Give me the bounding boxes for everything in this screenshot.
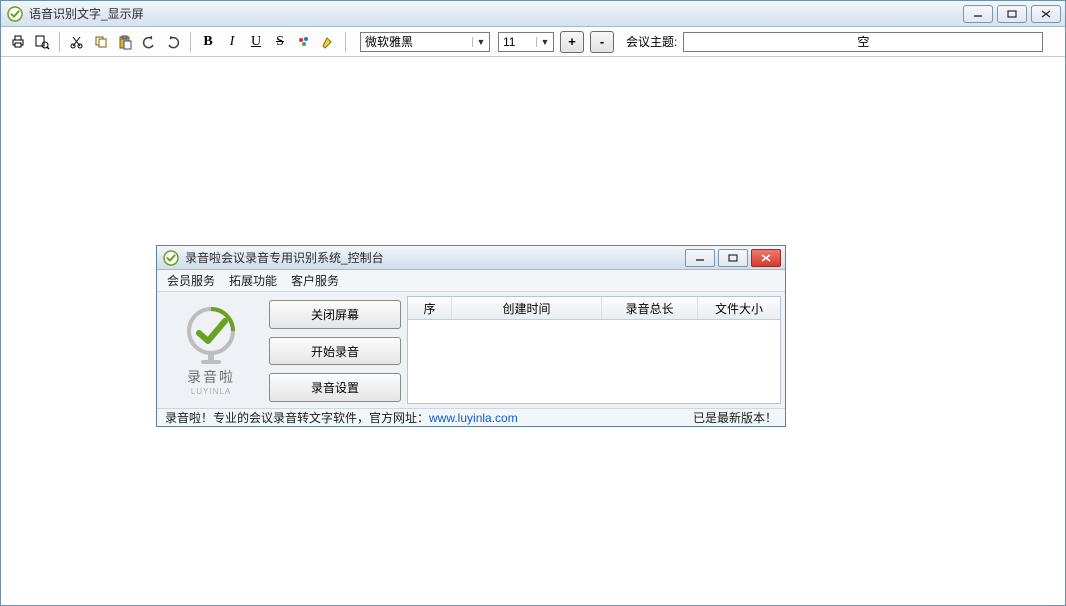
font-size-value: 11 <box>499 35 536 49</box>
close-screen-button[interactable]: 关闭屏幕 <box>269 300 401 329</box>
chevron-down-icon: ▼ <box>536 37 553 47</box>
topic-value: 空 <box>857 33 869 50</box>
font-size-decrease[interactable]: - <box>590 31 614 53</box>
copy-button[interactable] <box>90 31 112 53</box>
status-right: 已是最新版本！ <box>693 409 777 426</box>
print-preview-button[interactable] <box>31 31 53 53</box>
dialog-minimize-button[interactable] <box>685 249 715 267</box>
main-title: 语音识别文字_显示屏 <box>29 5 963 22</box>
start-record-button[interactable]: 开始录音 <box>269 337 401 366</box>
status-url[interactable]: www.luyinla.com <box>429 411 518 425</box>
print-button[interactable] <box>7 31 29 53</box>
highlight-button[interactable] <box>317 31 339 53</box>
col-duration[interactable]: 录音总长 <box>602 297 698 319</box>
col-create-time[interactable]: 创建时间 <box>452 297 602 319</box>
recordings-table[interactable]: 序 创建时间 录音总长 文件大小 <box>407 296 781 404</box>
minimize-button[interactable] <box>963 5 993 23</box>
dialog-menubar: 会员服务 拓展功能 客户服务 <box>157 270 785 292</box>
col-file-size[interactable]: 文件大小 <box>698 297 780 319</box>
separator <box>190 32 191 52</box>
font-select[interactable]: 微软雅黑 ▼ <box>360 32 490 52</box>
table-header: 序 创建时间 录音总长 文件大小 <box>408 297 780 320</box>
logo: 录音啦 LUYINLA <box>163 298 259 402</box>
logo-text: 录音啦 <box>187 367 235 387</box>
font-size-select[interactable]: 11 ▼ <box>498 32 554 52</box>
logo-icon <box>179 305 243 365</box>
record-settings-button[interactable]: 录音设置 <box>269 373 401 402</box>
redo-button[interactable] <box>162 31 184 53</box>
app-icon <box>163 250 179 266</box>
separator <box>59 32 60 52</box>
maximize-button[interactable] <box>997 5 1027 23</box>
font-size-increase[interactable]: + <box>560 31 584 53</box>
dialog-maximize-button[interactable] <box>718 249 748 267</box>
font-color-button[interactable] <box>293 31 315 53</box>
topic-label: 会议主题: <box>626 33 677 50</box>
dialog-statusbar: 录音啦！专业的会议录音转文字软件，官方网址： www.luyinla.com 已… <box>157 408 785 426</box>
bold-button[interactable]: B <box>197 31 219 53</box>
col-seq[interactable]: 序 <box>408 297 452 319</box>
menu-expand[interactable]: 拓展功能 <box>229 272 277 289</box>
status-left: 录音啦！专业的会议录音转文字软件，官方网址： <box>165 409 429 426</box>
separator <box>345 32 346 52</box>
cut-button[interactable] <box>66 31 88 53</box>
control-dialog: 录音啦会议录音专用识别系统_控制台 会员服务 拓展功能 客户服务 <box>156 245 786 427</box>
undo-button[interactable] <box>138 31 160 53</box>
app-icon <box>7 6 23 22</box>
dialog-title: 录音啦会议录音专用识别系统_控制台 <box>185 249 685 266</box>
chevron-down-icon: ▼ <box>472 37 489 47</box>
underline-button[interactable]: U <box>245 31 267 53</box>
menu-service[interactable]: 客户服务 <box>291 272 339 289</box>
close-button[interactable] <box>1031 5 1061 23</box>
strike-button[interactable]: S <box>269 31 291 53</box>
main-titlebar[interactable]: 语音识别文字_显示屏 <box>1 1 1065 27</box>
font-select-value: 微软雅黑 <box>361 33 472 50</box>
menu-member[interactable]: 会员服务 <box>167 272 215 289</box>
logo-subtext: LUYINLA <box>191 387 231 396</box>
italic-button[interactable]: I <box>221 31 243 53</box>
main-window: 语音识别文字_显示屏 <box>0 0 1066 606</box>
paste-button[interactable] <box>114 31 136 53</box>
content-area[interactable]: 录音啦会议录音专用识别系统_控制台 会员服务 拓展功能 客户服务 <box>1 57 1065 605</box>
toolbar: B I U S 微软雅黑 ▼ 11 ▼ + - 会议主题: 空 <box>1 27 1065 57</box>
topic-input[interactable]: 空 <box>683 32 1043 52</box>
dialog-close-button[interactable] <box>751 249 781 267</box>
dialog-titlebar[interactable]: 录音啦会议录音专用识别系统_控制台 <box>157 246 785 270</box>
